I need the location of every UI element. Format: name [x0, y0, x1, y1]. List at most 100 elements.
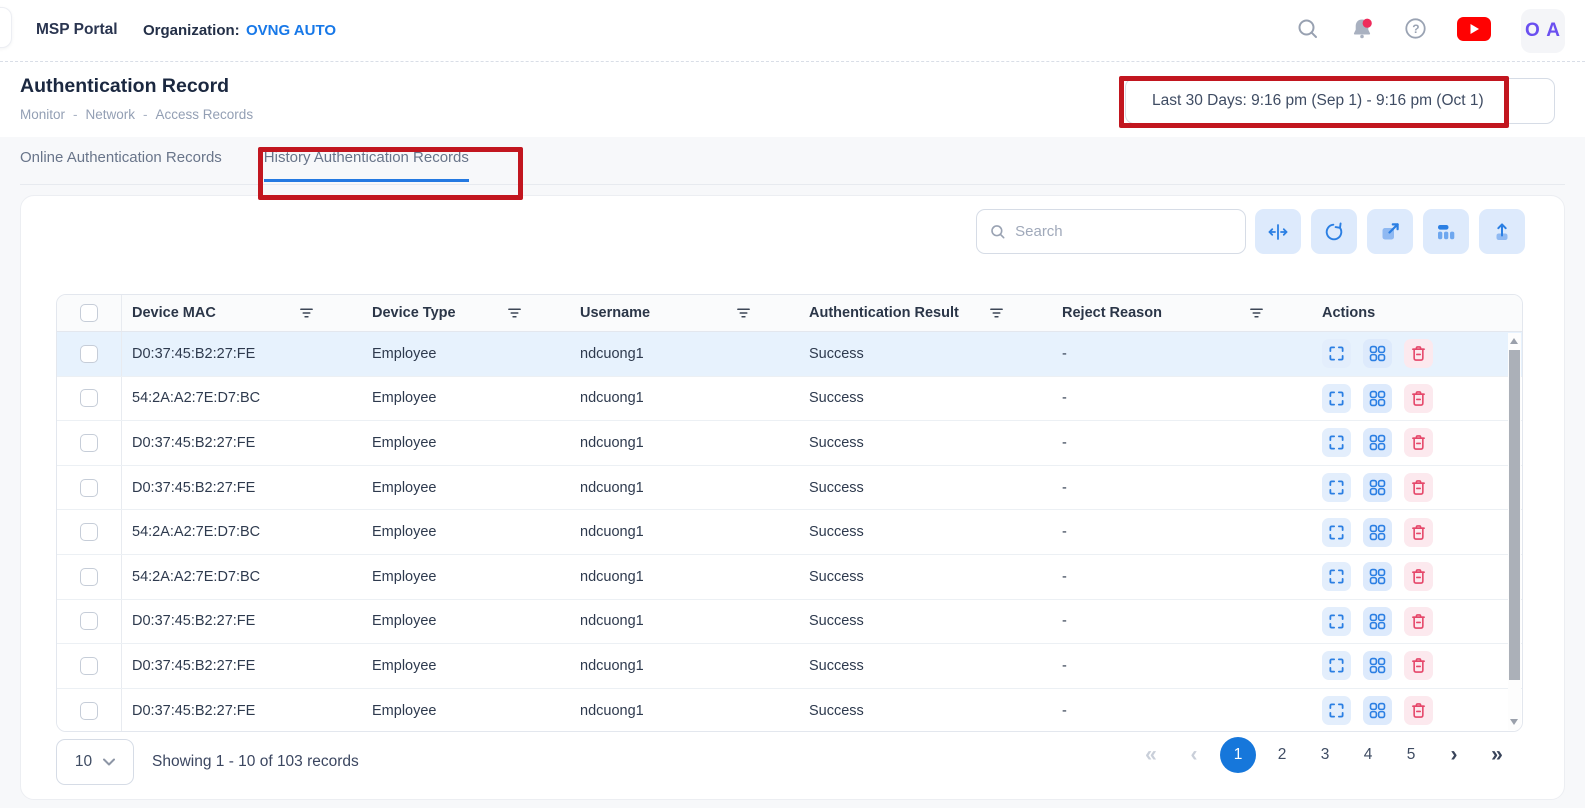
- delete-record-button[interactable]: [1404, 428, 1433, 457]
- table-row[interactable]: D0:37:45:B2:27:FE Employee ndcuong1 Succ…: [57, 644, 1522, 689]
- row-checkbox[interactable]: [80, 702, 98, 720]
- columns-icon: [1435, 221, 1457, 243]
- cell-reject-reason: -: [1052, 569, 1312, 585]
- cell-device-type: Employee: [362, 613, 570, 629]
- cell-authentication-result: Success: [799, 390, 1052, 406]
- youtube-icon[interactable]: [1456, 16, 1492, 47]
- qr-code-button[interactable]: [1363, 428, 1392, 457]
- qr-code-button[interactable]: [1363, 562, 1392, 591]
- page-number-button[interactable]: 3: [1308, 737, 1342, 773]
- expand-record-button[interactable]: [1322, 651, 1351, 680]
- breadcrumb-item-access-records[interactable]: Access Records: [156, 107, 254, 122]
- expand-record-button[interactable]: [1322, 607, 1351, 636]
- tab-history-authentication-records[interactable]: History Authentication Records: [264, 149, 469, 182]
- column-header-device-type[interactable]: Device Type: [362, 305, 570, 321]
- expand-record-button[interactable]: [1322, 339, 1351, 368]
- row-checkbox[interactable]: [80, 434, 98, 452]
- date-range-picker[interactable]: Last 30 Days: 9:16 pm (Sep 1) - 9:16 pm …: [1125, 78, 1555, 124]
- help-icon[interactable]: ?: [1404, 17, 1427, 45]
- page-size-select[interactable]: 10: [56, 739, 134, 785]
- delete-record-button[interactable]: [1404, 339, 1433, 368]
- qr-code-button[interactable]: [1363, 384, 1392, 413]
- row-checkbox[interactable]: [80, 345, 98, 363]
- column-header-device-mac[interactable]: Device MAC: [122, 305, 362, 321]
- table-row[interactable]: 54:2A:A2:7E:D7:BC Employee ndcuong1 Succ…: [57, 555, 1522, 600]
- row-checkbox[interactable]: [80, 612, 98, 630]
- qr-code-button[interactable]: [1363, 518, 1392, 547]
- search-icon[interactable]: [1296, 17, 1320, 46]
- expand-record-button[interactable]: [1322, 428, 1351, 457]
- page-number-button[interactable]: 5: [1394, 737, 1428, 773]
- first-page-button[interactable]: «: [1134, 737, 1168, 773]
- row-checkbox[interactable]: [80, 657, 98, 675]
- expand-record-button[interactable]: [1322, 384, 1351, 413]
- refresh-button[interactable]: [1311, 209, 1357, 254]
- select-all-checkbox[interactable]: [80, 304, 98, 322]
- avatar[interactable]: O A: [1521, 9, 1565, 53]
- table-scrollbar[interactable]: [1508, 333, 1521, 730]
- filter-icon[interactable]: [1249, 307, 1264, 319]
- delete-record-button[interactable]: [1404, 473, 1433, 502]
- cell-actions: [1312, 473, 1522, 502]
- scrollbar-up-arrow[interactable]: [1510, 338, 1518, 344]
- column-header-username[interactable]: Username: [570, 305, 799, 321]
- delete-record-button[interactable]: [1404, 562, 1433, 591]
- table-row[interactable]: D0:37:45:B2:27:FE Employee ndcuong1 Succ…: [57, 421, 1522, 466]
- table-row[interactable]: D0:37:45:B2:27:FE Employee ndcuong1 Succ…: [57, 689, 1522, 732]
- column-header-authentication-result[interactable]: Authentication Result: [799, 305, 1052, 321]
- export-button[interactable]: [1479, 209, 1525, 254]
- delete-record-button[interactable]: [1404, 518, 1433, 547]
- breadcrumb-item-monitor[interactable]: Monitor: [20, 107, 65, 122]
- fit-columns-button[interactable]: [1255, 209, 1301, 254]
- table-row[interactable]: D0:37:45:B2:27:FE Employee ndcuong1 Succ…: [57, 466, 1522, 511]
- qr-code-icon: [1369, 524, 1386, 541]
- tab-online-authentication-records[interactable]: Online Authentication Records: [20, 149, 222, 182]
- table-row[interactable]: D0:37:45:B2:27:FE Employee ndcuong1 Succ…: [57, 332, 1522, 377]
- row-checkbox[interactable]: [80, 389, 98, 407]
- qr-code-button[interactable]: [1363, 473, 1392, 502]
- delete-record-button[interactable]: [1404, 696, 1433, 725]
- page-number-button[interactable]: 1: [1220, 737, 1256, 773]
- filter-icon[interactable]: [989, 307, 1004, 319]
- row-checkbox[interactable]: [80, 523, 98, 541]
- cell-actions: [1312, 562, 1522, 591]
- row-checkbox[interactable]: [80, 568, 98, 586]
- column-header-reject-reason[interactable]: Reject Reason: [1052, 305, 1312, 321]
- delete-record-button[interactable]: [1404, 607, 1433, 636]
- search-input[interactable]: [1015, 223, 1232, 240]
- scrollbar-thumb[interactable]: [1509, 350, 1520, 680]
- expand-record-button[interactable]: [1322, 696, 1351, 725]
- notifications-bell-icon[interactable]: [1349, 16, 1375, 47]
- filter-icon[interactable]: [299, 307, 314, 319]
- column-header-actions: Actions: [1312, 305, 1375, 321]
- table-row[interactable]: D0:37:45:B2:27:FE Employee ndcuong1 Succ…: [57, 600, 1522, 645]
- prev-page-button[interactable]: ‹: [1177, 737, 1211, 773]
- breadcrumb-item-network[interactable]: Network: [86, 107, 136, 122]
- cell-reject-reason: -: [1052, 346, 1312, 362]
- filter-icon[interactable]: [736, 307, 751, 319]
- qr-code-button[interactable]: [1363, 339, 1392, 368]
- filter-icon[interactable]: [507, 307, 522, 319]
- expand-record-button[interactable]: [1322, 473, 1351, 502]
- qr-code-button[interactable]: [1363, 607, 1392, 636]
- row-checkbox-cell: [57, 600, 122, 644]
- page-number-button[interactable]: 4: [1351, 737, 1385, 773]
- sidebar-collapse-handle[interactable]: [0, 7, 12, 48]
- qr-code-button[interactable]: [1363, 696, 1392, 725]
- open-in-new-button[interactable]: [1367, 209, 1413, 254]
- last-page-button[interactable]: »: [1480, 737, 1514, 773]
- scrollbar-down-arrow[interactable]: [1510, 719, 1518, 725]
- next-page-button[interactable]: ›: [1437, 737, 1471, 773]
- row-checkbox[interactable]: [80, 479, 98, 497]
- delete-record-button[interactable]: [1404, 651, 1433, 680]
- expand-record-button[interactable]: [1322, 562, 1351, 591]
- cell-actions: [1312, 339, 1522, 368]
- table-row[interactable]: 54:2A:A2:7E:D7:BC Employee ndcuong1 Succ…: [57, 377, 1522, 422]
- columns-button[interactable]: [1423, 209, 1469, 254]
- expand-record-button[interactable]: [1322, 518, 1351, 547]
- page-number-button[interactable]: 2: [1265, 737, 1299, 773]
- table-row[interactable]: 54:2A:A2:7E:D7:BC Employee ndcuong1 Succ…: [57, 510, 1522, 555]
- organization-link[interactable]: OVNG AUTO: [246, 22, 336, 39]
- delete-record-button[interactable]: [1404, 384, 1433, 413]
- qr-code-button[interactable]: [1363, 651, 1392, 680]
